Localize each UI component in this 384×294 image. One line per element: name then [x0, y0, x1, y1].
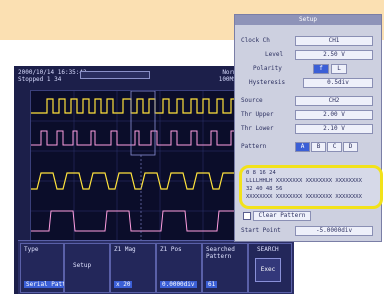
waveform-plot[interactable]: [30, 90, 246, 242]
record-timeline[interactable]: [80, 71, 150, 79]
datetime-text: 2000/10/14 16:35:42: [18, 69, 87, 76]
type-softkey[interactable]: Type Serial Pattern: [20, 243, 79, 293]
thr-lower-input[interactable]: 2.10 V: [295, 124, 373, 134]
pattern-a-button[interactable]: A: [295, 142, 310, 152]
thr-upper-input[interactable]: 2.00 V: [295, 110, 373, 120]
pattern-b-button[interactable]: B: [311, 142, 326, 152]
exec-button[interactable]: Exec: [255, 258, 281, 282]
source-label: Source: [241, 97, 263, 104]
z1-mag-value: x 20: [114, 281, 133, 288]
z1-pos-value: 0.0000div: [160, 281, 197, 288]
z1-pos-title: Z1 Pos: [160, 246, 182, 253]
searched-value: 61: [206, 281, 218, 288]
ch2-overview-trace: [31, 130, 245, 146]
search-title: SEARCH: [257, 246, 279, 253]
clear-pattern-button[interactable]: Clear Pattern: [253, 211, 311, 221]
z1-mag-title: Z1 Mag: [114, 246, 136, 253]
softkey-bar: Type Serial Pattern Setup Z1 Mag x 20 Z1…: [18, 240, 294, 294]
run-state-text: Stopped 1: [18, 76, 51, 83]
searched-pattern-softkey[interactable]: Searched Pattern 61: [202, 243, 248, 293]
level-label: Level: [265, 51, 284, 58]
searched-title: Searched Pattern: [206, 246, 235, 260]
polarity-label: Polarity: [253, 65, 282, 72]
thr-upper-label: Thr Upper: [241, 111, 274, 118]
bit-pattern-editor[interactable]: 0 8 16 24 LLLLHHLH XXXXXXXX XXXXXXXX XXX…: [239, 165, 383, 209]
ch1-overview-trace: [31, 98, 245, 114]
bit-header-1: 0 8 16 24: [246, 170, 276, 176]
clock-ch-label: Clock Ch: [241, 37, 270, 44]
type-title: Type: [24, 246, 39, 253]
waveform-svg: [31, 91, 245, 241]
setup-title: Setup: [73, 262, 92, 269]
pattern-c-button[interactable]: C: [327, 142, 342, 152]
setup-dialog: Setup Clock Ch CH1 Level 2.50 V Polarity…: [234, 14, 383, 242]
bit-header-2: 32 40 48 56: [246, 186, 283, 192]
clear-pattern-checkbox[interactable]: [243, 212, 251, 220]
pattern-d-button[interactable]: D: [343, 142, 358, 152]
source-select[interactable]: CH2: [295, 96, 373, 106]
level-input[interactable]: 2.50 V: [295, 50, 373, 60]
clock-ch-select[interactable]: CH1: [295, 36, 373, 46]
polarity-fall-button[interactable]: L: [331, 64, 347, 74]
z1-mag-softkey[interactable]: Z1 Mag x 20: [110, 243, 156, 293]
dialog-title: Setup: [235, 15, 381, 25]
status-left: 2000/10/14 16:35:42 Stopped 1 34: [18, 69, 87, 83]
search-softkey[interactable]: SEARCH Exec: [248, 243, 292, 293]
bit-row-2[interactable]: XXXXXXXX XXXXXXXX XXXXXXXX XXXXXXXX: [246, 194, 362, 200]
pattern-label: Pattern: [241, 143, 267, 150]
start-point-input[interactable]: -5.0000div: [295, 226, 373, 236]
ch2-zoom-trace: [31, 210, 245, 232]
setup-softkey[interactable]: Setup: [64, 243, 110, 293]
count-text: 34: [54, 76, 62, 83]
hysteresis-label: Hysteresis: [249, 79, 286, 86]
thr-lower-label: Thr Lower: [241, 125, 274, 132]
z1-pos-softkey[interactable]: Z1 Pos 0.0000div: [156, 243, 202, 293]
hysteresis-select[interactable]: 0.5div: [303, 78, 373, 88]
bit-row-1[interactable]: LLLLHHLH XXXXXXXX XXXXXXXX XXXXXXXX: [246, 178, 362, 184]
polarity-rise-button[interactable]: f: [313, 64, 329, 74]
start-point-label: Start Point: [241, 227, 281, 234]
